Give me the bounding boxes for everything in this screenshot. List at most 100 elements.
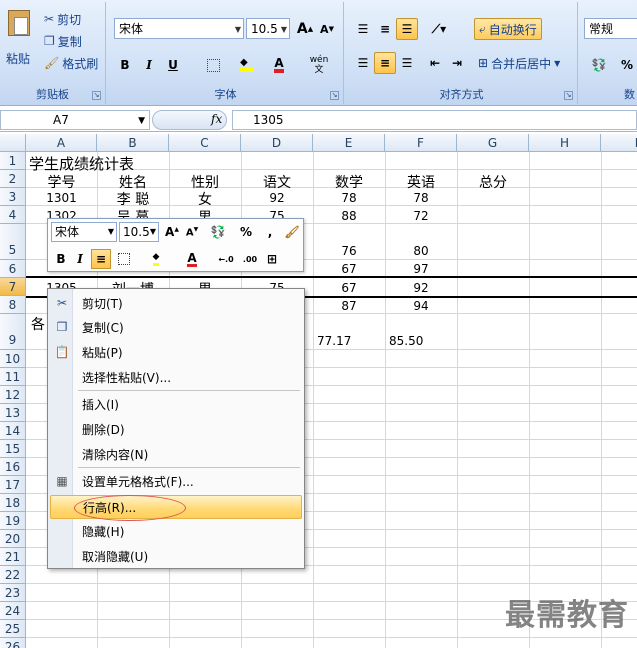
table-cell[interactable]: 78 — [385, 191, 457, 205]
row-header[interactable]: 23 — [0, 584, 26, 602]
header-cell[interactable]: 语文 — [241, 172, 313, 192]
row-header[interactable]: 3 — [0, 188, 26, 206]
column-header-e[interactable]: E — [313, 134, 385, 152]
column-header-i[interactable]: I — [601, 134, 637, 152]
alignment-launcher-icon[interactable]: ↘ — [564, 91, 573, 100]
header-cell[interactable]: 总分 — [457, 172, 529, 192]
row-header[interactable]: 14 — [0, 422, 26, 440]
percent-button[interactable]: % — [616, 54, 637, 76]
mini-comma-button[interactable]: , — [260, 222, 280, 242]
row-header[interactable]: 13 — [0, 404, 26, 422]
row-header[interactable]: 25 — [0, 620, 26, 638]
row-header[interactable]: 1 — [0, 152, 26, 170]
menu-item-format-cells[interactable]: ▦ 设置单元格格式(F)... — [50, 469, 302, 493]
phonetic-button[interactable]: wén 文 — [306, 52, 332, 78]
mini-italic-button[interactable]: I — [70, 249, 90, 269]
paste-button[interactable]: 粘贴 — [4, 6, 34, 68]
wrap-text-button[interactable]: ⤶ 自动换行 — [474, 18, 542, 40]
row-header[interactable]: 16 — [0, 458, 26, 476]
row-header[interactable]: 5 — [0, 224, 26, 260]
italic-button[interactable]: I — [138, 54, 160, 76]
column-header-h[interactable]: H — [529, 134, 601, 152]
align-top-button[interactable]: ☰ — [352, 18, 374, 40]
column-header-b[interactable]: B — [97, 134, 169, 152]
accounting-format-button[interactable]: 💱 — [584, 54, 614, 76]
format-painter-button[interactable]: 🖌 格式刷 — [44, 52, 98, 74]
table-cell[interactable]: 88 — [313, 209, 385, 223]
align-bottom-button[interactable]: ☰ — [396, 18, 418, 40]
menu-item-paste[interactable]: 📋 粘贴(P) — [50, 340, 302, 364]
header-cell[interactable]: 数学 — [313, 172, 385, 192]
table-cell[interactable]: 76 — [313, 244, 385, 258]
row-header[interactable]: 21 — [0, 548, 26, 566]
table-cell[interactable]: 李 聪 — [97, 189, 169, 209]
row-header[interactable]: 12 — [0, 386, 26, 404]
table-cell[interactable]: 92 — [241, 191, 313, 205]
row-header[interactable]: 17 — [0, 476, 26, 494]
align-middle-button[interactable]: ≡ — [374, 18, 396, 40]
mini-center-button[interactable]: ≡ — [91, 249, 111, 269]
table-cell[interactable]: 80 — [385, 244, 457, 258]
table-cell[interactable]: 94 — [385, 299, 457, 313]
increase-indent-button[interactable]: ⇥ — [446, 52, 468, 74]
font-size-combo[interactable]: 10.5 ▼ — [246, 18, 290, 39]
row-header[interactable]: 11 — [0, 368, 26, 386]
column-header-f[interactable]: F — [385, 134, 457, 152]
decrease-indent-button[interactable]: ⇤ — [424, 52, 446, 74]
mini-grow-font-button[interactable]: A▲ — [162, 222, 182, 242]
mini-size-combo[interactable]: 10.5 ▼ — [119, 222, 159, 242]
number-format-combo[interactable]: 常规 — [584, 18, 637, 39]
menu-item-unhide[interactable]: 取消隐藏(U) — [50, 544, 302, 568]
table-cell[interactable]: 85.50 — [389, 334, 423, 348]
mini-fill-color-button[interactable]: ◆ — [146, 249, 166, 269]
menu-item-clear-contents[interactable]: 清除内容(N) — [50, 442, 302, 466]
header-cell[interactable]: 英语 — [385, 172, 457, 192]
sheet-title[interactable]: 学生成绩统计表 — [29, 153, 134, 174]
insert-function-icon[interactable]: fx — [211, 112, 222, 126]
mini-shrink-font-button[interactable]: A▼ — [182, 222, 202, 242]
table-cell[interactable]: 87 — [313, 299, 385, 313]
cut-button[interactable]: ✂ 剪切 — [44, 8, 81, 30]
menu-item-hide[interactable]: 隐藏(H) — [50, 519, 302, 543]
row-header[interactable]: 15 — [0, 440, 26, 458]
row-header-selected[interactable]: 7 — [0, 278, 26, 296]
font-color-button[interactable]: A — [268, 54, 290, 76]
merge-center-button[interactable]: ⊞ 合并后居中 ▼ — [478, 52, 560, 74]
orientation-button[interactable]: ⟋▾ — [424, 18, 454, 40]
fill-color-button[interactable]: ◆ — [236, 54, 258, 76]
menu-item-insert[interactable]: 插入(I) — [50, 392, 302, 416]
font-launcher-icon[interactable]: ↘ — [330, 91, 339, 100]
mini-format-painter-button[interactable]: 🖌 — [282, 222, 302, 242]
border-button[interactable] — [202, 54, 224, 76]
row-header[interactable]: 26 — [0, 638, 26, 648]
mini-percent-button[interactable]: % — [236, 222, 256, 242]
menu-item-copy[interactable]: ❐ 复制(C) — [50, 315, 302, 339]
table-cell[interactable]: 97 — [385, 262, 457, 276]
table-cell[interactable]: 77.17 — [317, 334, 351, 348]
align-left-button[interactable]: ☰ — [352, 52, 374, 74]
row-header[interactable]: 6 — [0, 260, 26, 278]
align-center-button[interactable]: ≡ — [374, 52, 396, 74]
table-cell[interactable]: 女 — [169, 189, 241, 209]
copy-button[interactable]: ❐ 复制 — [44, 30, 82, 52]
font-name-combo[interactable]: 宋体 ▼ — [114, 18, 244, 39]
select-all-corner[interactable] — [0, 134, 26, 152]
name-box[interactable]: A7 ▼ — [0, 110, 150, 130]
header-cell[interactable]: 学号 — [26, 172, 97, 192]
mini-currency-button[interactable]: 💱 — [204, 222, 232, 242]
column-header-c[interactable]: C — [169, 134, 241, 152]
row-header[interactable]: 2 — [0, 170, 26, 188]
grow-font-button[interactable]: A ▲ — [294, 18, 316, 40]
table-cell[interactable]: 67 — [313, 262, 385, 276]
clipboard-launcher-icon[interactable]: ↘ — [92, 91, 101, 100]
row-header[interactable]: 10 — [0, 350, 26, 368]
row-header[interactable]: 18 — [0, 494, 26, 512]
table-cell[interactable]: 1301 — [26, 191, 97, 205]
row-header[interactable]: 24 — [0, 602, 26, 620]
column-header-g[interactable]: G — [457, 134, 529, 152]
menu-item-delete[interactable]: 删除(D) — [50, 417, 302, 441]
row-header[interactable]: 9 — [0, 314, 26, 350]
row-header[interactable]: 8 — [0, 296, 26, 314]
row-header[interactable]: 22 — [0, 566, 26, 584]
mini-merge-button[interactable]: ⊞ — [262, 249, 282, 269]
